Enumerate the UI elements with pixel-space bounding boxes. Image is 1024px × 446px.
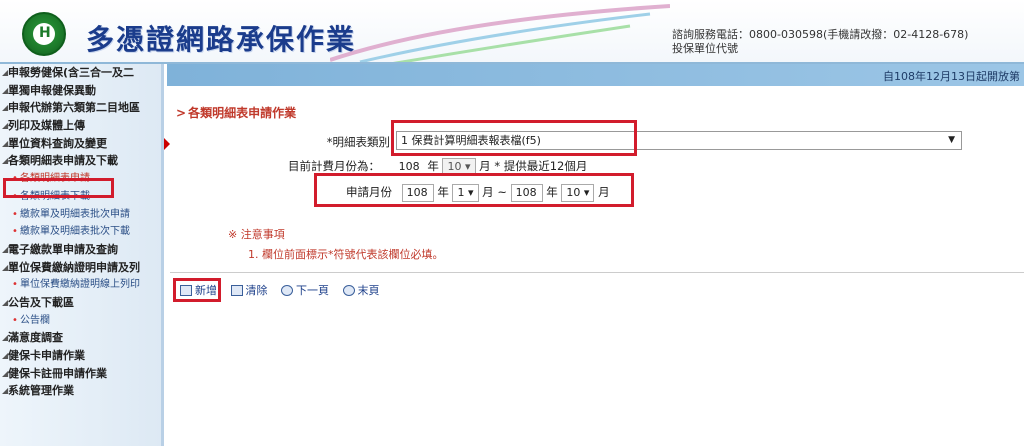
dot-bullet-icon: • [12, 314, 18, 326]
highlight-sidebar-apply [3, 178, 114, 198]
triangle-bullet-icon: ◢ [2, 138, 9, 148]
sidebar-item-label: 公告及下載區 [8, 295, 74, 309]
sidebar-item-0[interactable]: ◢ 申報勞健保(含三合一及二 [0, 64, 161, 82]
triangle-bullet-icon: ◢ [2, 103, 9, 113]
contact-phone: 諮詢服務電話：0800-030598(手機請改撥：02-4128-678) [672, 28, 969, 41]
sidebar-item-label: 單位資料查詢及變更 [8, 136, 107, 150]
chevron-down-icon: ▼ [948, 135, 955, 145]
sidebar-item-label: 電子繳款單申請及查詢 [8, 242, 118, 256]
sidebar-item-label: 單位保費繳納證明線上列印 [20, 279, 140, 291]
sidebar-item-12[interactable]: • 單位保費繳納證明線上列印 [0, 276, 161, 294]
clear-button[interactable]: 清除 [230, 282, 268, 298]
triangle-bullet-icon: ◢ [2, 368, 9, 378]
site-title: 多憑證網路承保作業 [86, 23, 357, 56]
contact-info: 諮詢服務電話：0800-030598(手機請改撥：02-4128-678) 投保… [672, 28, 968, 56]
highlight-apply-month [314, 173, 634, 207]
next-page-icon [281, 284, 293, 296]
triangle-bullet-icon: ◢ [2, 262, 9, 272]
highlight-add-button [173, 278, 221, 302]
sidebar-item-label: 單位保費繳納證明申請及列 [8, 260, 140, 274]
sidebar-item-label: 單獨申報健保異動 [8, 83, 96, 97]
dot-bullet-icon: • [12, 208, 18, 220]
top-info-bar: 自108年12月13日起開放第 [167, 64, 1024, 86]
sidebar-item-label: 健保卡註冊申請作業 [8, 366, 107, 380]
sidebar-item-18[interactable]: ◢ 系統管理作業 [0, 382, 161, 400]
sidebar-item-label: 繳款單及明細表批次申請 [20, 208, 130, 220]
nhi-logo-icon: H [22, 12, 66, 56]
unit-code-label: 投保單位代號 [672, 42, 738, 55]
sidebar-item-10[interactable]: ◢ 電子繳款單申請及查詢 [0, 241, 161, 259]
sidebar-item-15[interactable]: ◢ 滿意度調查 [0, 329, 161, 347]
current-month-label: 目前計費月份為： [288, 159, 380, 173]
triangle-bullet-icon: ◢ [2, 297, 9, 307]
triangle-bullet-icon: ◢ [2, 333, 9, 343]
sidebar-item-3[interactable]: ◢ 列印及媒體上傳 [0, 117, 161, 135]
sidebar-item-label: 系統管理作業 [8, 384, 74, 398]
notes-line-1: 1. 欄位前面標示*符號代表該欄位必填。 [248, 248, 444, 261]
sidebar-menu: ◢ 申報勞健保(含三合一及二 ◢ 單獨申報健保異動 ◢ 申報代辦第六類第二目地區 ◢ 列印及媒… [0, 64, 164, 446]
sidebar-item-1[interactable]: ◢ 單獨申報健保異動 [0, 82, 161, 100]
decorative-swoosh [330, 4, 670, 62]
last-page-button[interactable]: 末頁 [342, 282, 380, 298]
triangle-bullet-icon: ◢ [2, 244, 9, 254]
clear-icon [230, 284, 243, 296]
sidebar-item-4[interactable]: ◢ 單位資料查詢及變更 [0, 135, 161, 153]
announcement-date: 自108年12月13日起開放第 [883, 70, 1020, 83]
triangle-bullet-icon: ◢ [2, 68, 9, 77]
detail-type-label: *明細表類別 [326, 135, 390, 149]
sidebar-item-label: 各類明細表申請及下載 [8, 154, 118, 168]
sidebar-item-label: 申報勞健保(含三合一及二 [8, 66, 135, 79]
current-month-note: * 提供最近12個月 [494, 159, 588, 173]
page-title: > 各類明細表申請作業 [176, 106, 297, 120]
sidebar-item-8[interactable]: • 繳款單及明細表批次申請 [0, 206, 161, 224]
sidebar-item-label: 列印及媒體上傳 [8, 119, 85, 133]
dot-bullet-icon: • [12, 279, 18, 291]
highlight-detail-type [391, 120, 637, 156]
main-content: > 各類明細表申請作業 *明細表類別 1 保費計算明細表報表檔(f5) ▼ 目前計… [170, 86, 1024, 446]
triangle-bullet-icon: ◢ [2, 351, 9, 360]
triangle-bullet-icon: ◢ [2, 121, 9, 131]
next-page-button[interactable]: 下一頁 [281, 282, 329, 298]
divider [170, 272, 1024, 273]
sidebar-item-17[interactable]: ◢ 健保卡註冊申請作業 [0, 365, 161, 383]
sidebar-item-14[interactable]: • 公告欄 [0, 312, 161, 330]
sidebar-item-5[interactable]: ◢ 各類明細表申請及下載 [0, 152, 161, 170]
dot-bullet-icon: • [12, 226, 18, 238]
sidebar-item-2[interactable]: ◢ 申報代辦第六類第二目地區 [0, 99, 161, 117]
header: H 多憑證網路承保作業 諮詢服務電話：0800-030598(手機請改撥：02-… [0, 0, 1024, 64]
sidebar-item-label: 繳款單及明細表批次下載 [20, 226, 130, 238]
notes-title: ※ 注意事項 [228, 228, 285, 241]
sidebar-item-label: 健保卡申請作業 [8, 349, 85, 362]
sidebar-item-13[interactable]: ◢ 公告及下載區 [0, 294, 161, 312]
sidebar-item-16[interactable]: ◢ 健保卡申請作業 [0, 347, 161, 365]
last-page-icon [342, 284, 355, 296]
sidebar-item-11[interactable]: ◢ 單位保費繳納證明申請及列 [0, 259, 161, 277]
sidebar-item-label: 公告欄 [20, 314, 50, 326]
sidebar-item-label: 滿意度調查 [8, 331, 63, 345]
sidebar-item-9[interactable]: • 繳款單及明細表批次下載 [0, 223, 161, 241]
triangle-bullet-icon: ◢ [2, 386, 9, 396]
sidebar-item-label: 申報代辦第六類第二目地區 [8, 101, 140, 115]
triangle-bullet-icon: ◢ [2, 156, 9, 166]
triangle-bullet-icon: ◢ [2, 85, 9, 95]
